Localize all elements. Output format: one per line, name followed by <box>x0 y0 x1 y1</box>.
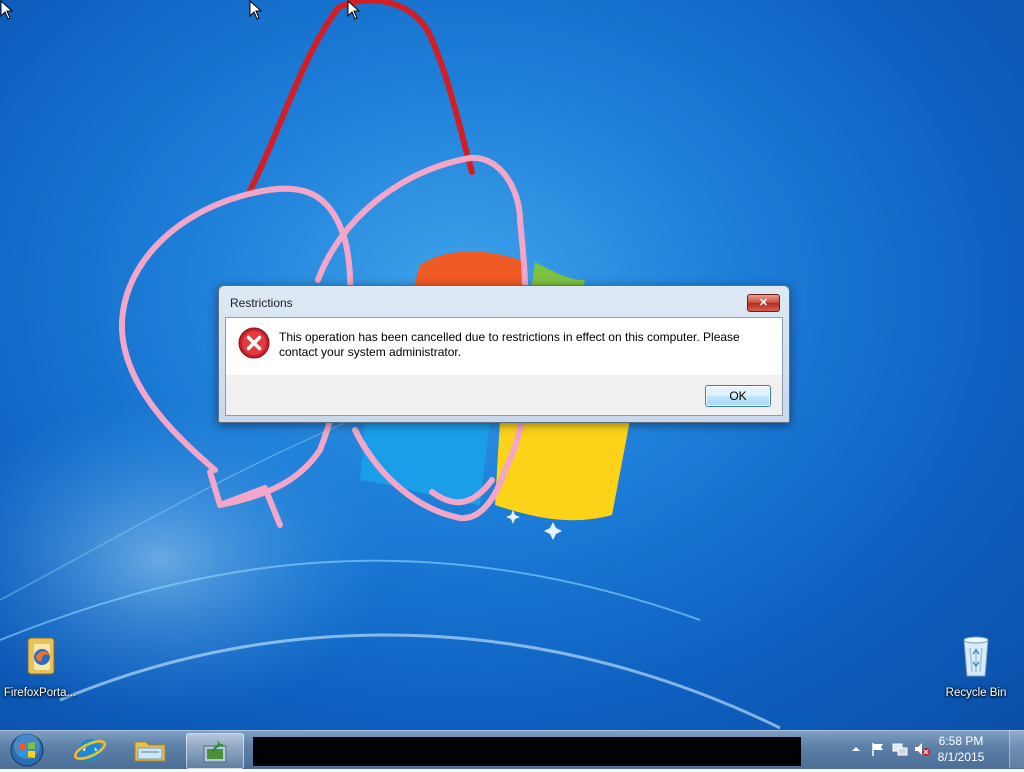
show-hidden-icons-arrow-icon[interactable] <box>848 741 864 757</box>
taskbar-windows-explorer[interactable] <box>122 733 178 767</box>
sparkle-icon <box>506 510 520 524</box>
taskbar-internet-explorer[interactable] <box>62 733 118 767</box>
desktop: FirefoxPorta... Recycle Bin Restrictions… <box>0 0 1024 730</box>
message-area: This operation has been cancelled due to… <box>226 318 782 375</box>
dialog-titlebar[interactable]: Restrictions ✕ <box>219 286 789 317</box>
sparkle-icon <box>544 522 562 540</box>
recycle-bin-icon <box>963 636 989 677</box>
close-button[interactable]: ✕ <box>747 294 780 312</box>
program-icon <box>203 740 227 763</box>
desktop-icon-label: Recycle Bin <box>945 687 1007 699</box>
folder-icon <box>134 741 166 762</box>
desktop-icon-firefox-portable[interactable]: FirefoxPorta... <box>0 632 82 699</box>
windows-start-orb-icon <box>10 733 44 767</box>
restrictions-dialog: Restrictions ✕ This operation has been c… <box>218 285 790 423</box>
error-icon <box>238 327 270 359</box>
internet-explorer-icon <box>74 739 106 761</box>
clock-date: 8/1/2015 <box>937 750 985 764</box>
clock-time: 6:58 PM <box>938 734 984 748</box>
close-icon: ✕ <box>758 297 769 309</box>
desktop-icon-recycle-bin[interactable]: Recycle Bin <box>934 632 1018 699</box>
dialog-client-area: This operation has been cancelled due to… <box>225 317 783 416</box>
redacted-region <box>253 737 801 766</box>
taskbar-program[interactable] <box>186 733 244 769</box>
action-center-flag-icon[interactable] <box>870 741 886 757</box>
ok-button[interactable]: OK <box>705 385 771 407</box>
dialog-title: Restrictions <box>230 296 293 310</box>
error-message: This operation has been cancelled due to… <box>279 330 769 360</box>
desktop-icon-label: FirefoxPorta... <box>3 687 77 699</box>
cursor-icon <box>249 0 263 20</box>
network-icon[interactable] <box>892 741 908 757</box>
cursor-icon <box>347 0 361 20</box>
firefox-portable-icon <box>27 637 55 675</box>
system-clock[interactable]: 6:58 PM 8/1/2015 <box>926 733 996 765</box>
start-button[interactable] <box>6 733 48 767</box>
error-message-line1: This operation has been cancelled due to… <box>279 330 740 344</box>
error-message-line2: contact your system administrator. <box>279 345 462 359</box>
show-desktop-button[interactable] <box>1009 730 1024 768</box>
cursor-icon <box>0 0 14 20</box>
